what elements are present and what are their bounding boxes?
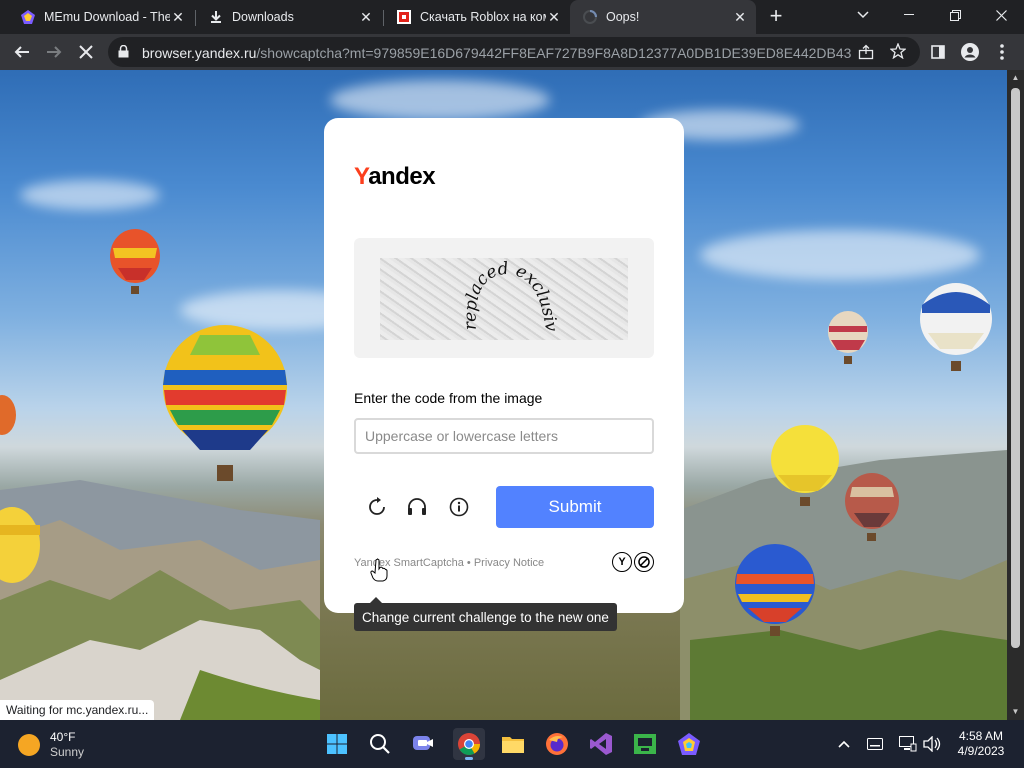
tab-downloads[interactable]: Downloads ✕ [196,0,382,34]
lock-icon[interactable] [118,44,129,63]
tab-title: Скачать Roblox на ком [420,10,546,24]
weather-widget[interactable]: 40°F Sunny [18,730,84,760]
green-app-icon[interactable] [629,728,661,760]
info-icon[interactable] [446,494,472,520]
captcha-text: replaced exclusive [380,258,561,333]
firefox-icon[interactable] [541,728,573,760]
windows-taskbar: 40°F Sunny 4:58 AM 4/9/2023 [0,720,1024,768]
new-tab-button[interactable]: + [764,5,788,29]
clock-time: 4:58 AM [958,729,1004,743]
volume-icon[interactable] [922,734,942,754]
close-tab-icon[interactable]: ✕ [170,9,186,25]
captcha-image: replaced exclusive [375,243,628,340]
refresh-challenge-icon[interactable] [364,494,390,520]
teams-chat-icon[interactable] [408,728,440,760]
stop-loading-button[interactable] [72,38,100,66]
page-scrollbar[interactable]: ▲ ▼ [1007,70,1024,720]
cloud [330,80,550,120]
show-hidden-icons-icon[interactable] [834,734,854,754]
back-button[interactable] [8,38,36,66]
logo-letter-y: Y [354,163,369,190]
url-path: /showcaptcha?mt=979859E16D679442FF8EAF72… [256,45,852,61]
scroll-up-icon[interactable]: ▲ [1011,74,1020,82]
tab-search-icon[interactable] [840,0,886,30]
hot-air-balloon [920,283,992,371]
hot-air-balloon [163,325,287,481]
tab-title: MEmu Download - The [44,10,170,24]
browser-status-bar: Waiting for mc.yandex.ru... [0,700,155,720]
yandex-badge-icon[interactable]: Y [612,552,632,572]
memu-favicon-icon [20,9,36,25]
logo-letters: andex [368,163,436,190]
sun-icon [18,734,40,756]
roblox-favicon-icon [396,9,412,25]
hot-air-balloon [110,229,160,294]
footer-separator: • [463,557,474,569]
refresh-tooltip: Change current challenge to the new one [354,597,617,631]
captcha-badges: Y [612,552,654,572]
weather-temperature: 40°F [50,730,76,744]
audio-challenge-icon[interactable] [404,494,430,520]
bookmark-star-icon[interactable] [889,42,907,64]
browser-menu-icon[interactable] [988,38,1016,66]
keyboard-layout-icon[interactable] [865,734,885,754]
side-panel-icon[interactable] [924,38,952,66]
chrome-icon[interactable] [453,728,485,760]
cloud [20,180,160,210]
captcha-prompt: Enter the code from the image [354,390,543,406]
system-clock[interactable]: 4:58 AM 4/9/2023 [950,729,1012,759]
yandex-logo: Yandex [354,163,436,191]
tab-title: Downloads [232,10,294,24]
close-tab-icon[interactable]: ✕ [358,9,374,25]
profile-avatar-icon[interactable] [956,38,984,66]
weather-condition: Sunny [50,745,85,759]
tab-strip: MEmu Download - The ✕ Downloads ✕ Скачат… [0,0,1024,34]
loading-spinner-icon [582,9,598,25]
scroll-down-icon[interactable]: ▼ [1011,708,1020,716]
browser-toolbar: browser.yandex.ru/showcaptcha?mt=979859E… [0,34,1024,70]
smartcaptcha-badge-icon[interactable] [634,552,654,572]
address-bar[interactable]: browser.yandex.ru/showcaptcha?mt=979859E… [108,37,920,67]
close-tab-icon[interactable]: ✕ [546,9,562,25]
visual-studio-icon[interactable] [585,728,617,760]
hot-air-balloon [0,507,40,583]
tab-title: Oops! [606,10,640,24]
network-icon[interactable] [898,734,918,754]
hot-air-balloon [845,473,899,541]
minimize-button[interactable] [886,0,932,30]
captcha-word: replaced [461,259,510,331]
forward-button[interactable] [40,38,68,66]
tab-roblox[interactable]: Скачать Roblox на ком ✕ [384,0,570,34]
close-window-button[interactable] [978,0,1024,30]
captcha-phrase: replaced exclusive [375,243,561,333]
captcha-code-input[interactable] [354,418,654,454]
close-tab-icon[interactable]: ✕ [732,9,748,25]
hot-air-balloon [735,544,815,636]
cloud [700,230,980,280]
url-host: browser.yandex.ru [142,45,257,61]
restore-button[interactable] [932,0,978,30]
privacy-notice-link[interactable]: Privacy Notice [474,557,544,569]
hand-cursor-icon [370,558,388,582]
hot-air-balloon [0,395,16,435]
search-icon[interactable] [364,728,396,760]
share-icon[interactable] [858,44,874,65]
captcha-card: Yandex replaced exclusive Enter the code… [324,118,684,613]
submit-button[interactable]: Submit [496,486,654,528]
memu-app-icon[interactable] [673,728,705,760]
download-icon [208,9,224,25]
tab-oops[interactable]: Oops! ✕ [570,0,756,34]
scrollbar-thumb[interactable] [1011,88,1020,648]
clock-date: 4/9/2023 [957,744,1005,758]
tab-memu[interactable]: MEmu Download - The ✕ [8,0,194,34]
windows-start-icon[interactable] [321,728,353,760]
hot-air-balloon [828,311,868,364]
file-explorer-icon[interactable] [497,728,529,760]
url-text: browser.yandex.ru/showcaptcha?mt=979859E… [142,45,852,61]
hot-air-balloon [771,425,839,506]
captcha-image-container: replaced exclusive [354,238,654,358]
